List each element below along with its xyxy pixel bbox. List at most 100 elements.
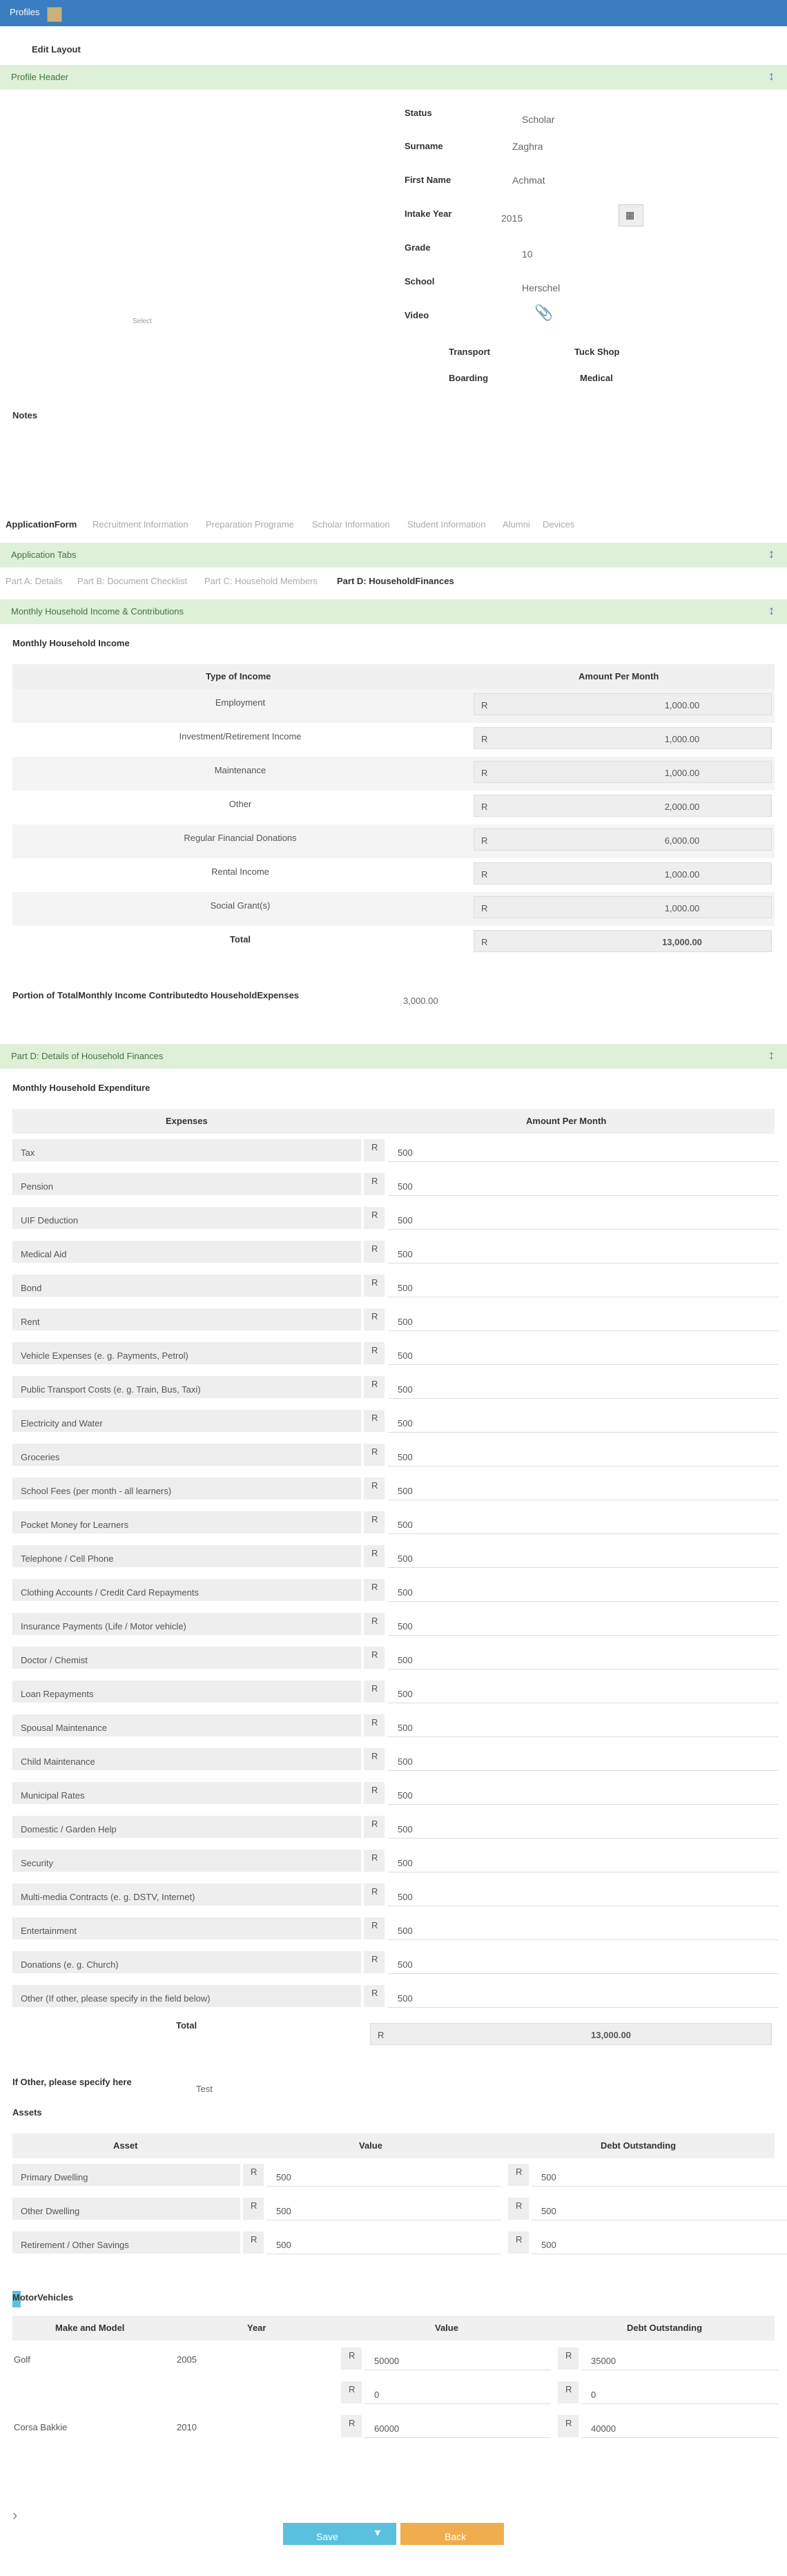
income-amount-field[interactable]: R 1,000.00 — [474, 761, 772, 783]
application-tabs-title: Application Tabs — [11, 550, 77, 560]
expense-label-text: Multi-media Contracts (e. g. DSTV, Inter… — [21, 1892, 195, 1902]
currency-addon: R — [364, 1613, 385, 1635]
income-amount-field[interactable]: R 2,000.00 — [474, 795, 772, 817]
expense-amount-input[interactable]: 500 — [388, 1545, 779, 1568]
medical-label[interactable]: Medical — [580, 373, 613, 383]
expense-amount-input[interactable]: 500 — [388, 1714, 779, 1737]
back-button[interactable]: Back — [400, 2523, 504, 2545]
vehicle-year[interactable]: 2010 — [177, 2422, 197, 2432]
expense-amount-input[interactable]: 500 — [388, 1376, 779, 1399]
calendar-button[interactable]: ▦ — [619, 204, 643, 226]
first-name-value[interactable]: Achmat — [512, 175, 545, 186]
chevron-right-icon[interactable]: › — [12, 2506, 17, 2524]
status-value[interactable]: Scholar — [522, 114, 554, 125]
expense-amount-input[interactable]: 500 — [388, 1308, 779, 1331]
expense-amount-input[interactable]: 500 — [388, 1917, 779, 1940]
expense-amount-input[interactable]: 500 — [388, 1410, 779, 1433]
finances-section-bar[interactable]: Part D: Details of Household Finances ↕ — [0, 1044, 787, 1069]
expense-amount-input[interactable]: 500 — [388, 1883, 779, 1906]
income-section-bar[interactable]: Monthly Household Income & Contributions… — [0, 599, 787, 624]
currency-label: R — [371, 1379, 378, 1389]
expense-amount-input[interactable]: 500 — [388, 1850, 779, 1872]
expand-collapse-icon[interactable]: ↕ — [768, 547, 775, 561]
asset-value-input[interactable]: 500 — [266, 2198, 501, 2220]
vehicle-debt-input[interactable]: 35000 — [581, 2347, 779, 2370]
tab-part-a[interactable]: Part A: Details — [6, 576, 62, 586]
tab-application-form[interactable]: ApplicationForm — [6, 519, 77, 530]
surname-value[interactable]: Zaghra — [512, 141, 543, 152]
app-title[interactable]: Profiles — [10, 7, 39, 17]
vehicle-debt-input[interactable]: 0 — [581, 2381, 779, 2404]
vehicle-make[interactable]: Golf — [14, 2354, 30, 2365]
transport-label[interactable]: Transport — [449, 347, 490, 357]
vehicle-value-input[interactable]: 0 — [365, 2381, 551, 2404]
expense-amount-input[interactable]: 500 — [388, 1173, 779, 1196]
caret-down-icon[interactable]: ▼ — [373, 2527, 382, 2538]
expense-amount-input[interactable]: 500 — [388, 1647, 779, 1669]
expense-amount-input[interactable]: 500 — [388, 1951, 779, 1974]
income-amount-field[interactable]: R 1,000.00 — [474, 727, 772, 749]
asset-debt-input[interactable]: 500 — [532, 2198, 787, 2220]
currency-label: R — [371, 1785, 378, 1795]
income-amount-field[interactable]: R 1,000.00 — [474, 862, 772, 884]
save-button[interactable]: Save ▼ — [283, 2523, 396, 2545]
expense-amount-input[interactable]: 500 — [388, 1613, 779, 1636]
tab-alumni[interactable]: Alumni — [503, 519, 530, 530]
currency-label: R — [349, 2418, 356, 2428]
expense-amount-input[interactable]: 500 — [388, 1444, 779, 1466]
tab-preparation-programe[interactable]: Preparation Programe — [206, 519, 294, 530]
expense-amount-input[interactable]: 500 — [388, 1478, 779, 1500]
tab-part-b[interactable]: Part B: Document Checklist — [77, 576, 187, 586]
tuck-shop-label[interactable]: Tuck Shop — [574, 347, 619, 357]
asset-label: Other Dwelling — [12, 2198, 240, 2220]
expense-amount-input[interactable]: 500 — [388, 1782, 779, 1805]
income-amount-field[interactable]: R 6,000.00 — [474, 829, 772, 851]
currency-label: R — [371, 1514, 378, 1524]
expense-label-text: Vehicle Expenses (e. g. Payments, Petrol… — [21, 1350, 188, 1361]
expense-amount-input[interactable]: 500 — [388, 1985, 779, 2008]
vehicle-make[interactable]: Corsa Bakkie — [14, 2422, 67, 2432]
vehicle-debt-input[interactable]: 40000 — [581, 2415, 779, 2438]
asset-debt-input[interactable]: 500 — [532, 2231, 787, 2254]
expand-collapse-icon[interactable]: ↕ — [768, 1048, 775, 1063]
grade-value[interactable]: 10 — [522, 249, 533, 260]
avatar[interactable] — [47, 7, 62, 22]
tab-devices[interactable]: Devices — [543, 519, 574, 530]
asset-value-input[interactable]: 500 — [266, 2231, 501, 2254]
expense-amount-input[interactable]: 500 — [388, 1207, 779, 1230]
expense-amount-input[interactable]: 500 — [388, 1579, 779, 1602]
photo-select-button[interactable]: Select — [133, 318, 152, 325]
expense-amount-input[interactable]: 500 — [388, 1748, 779, 1771]
vehicle-value-input[interactable]: 60000 — [365, 2415, 551, 2438]
boarding-label[interactable]: Boarding — [449, 373, 488, 383]
expense-amount-input[interactable]: 500 — [388, 1816, 779, 1839]
expand-collapse-icon[interactable]: ↕ — [768, 69, 775, 84]
other-specify-input[interactable]: Test — [196, 2084, 213, 2094]
edit-layout-link[interactable]: Edit Layout — [32, 44, 81, 55]
expand-collapse-icon[interactable]: ↕ — [768, 603, 775, 618]
asset-value-input[interactable]: 500 — [266, 2164, 501, 2187]
intake-year-value[interactable]: 2015 — [501, 213, 523, 224]
income-amount-field[interactable]: R 1,000.00 — [474, 896, 772, 918]
vehicle-value-input[interactable]: 50000 — [365, 2347, 551, 2370]
expense-amount-input[interactable]: 500 — [388, 1681, 779, 1703]
expense-amount-input[interactable]: 500 — [388, 1342, 779, 1365]
vehicle-year[interactable]: 2005 — [177, 2354, 197, 2365]
expense-label: Vehicle Expenses (e. g. Payments, Petrol… — [12, 1342, 361, 1364]
application-tabs-bar[interactable]: Application Tabs ↕ — [0, 543, 787, 568]
paperclip-icon[interactable]: 📎 — [534, 304, 553, 322]
portion-value[interactable]: 3,000.00 — [403, 996, 438, 1006]
income-amount-field[interactable]: R 1,000.00 — [474, 693, 772, 715]
tab-recruitment-information[interactable]: Recruitment Information — [93, 519, 188, 530]
expense-amount-input[interactable]: 500 — [388, 1275, 779, 1297]
asset-debt-input[interactable]: 500 — [532, 2164, 787, 2187]
tab-scholar-information[interactable]: Scholar Information — [312, 519, 390, 530]
expense-amount-input[interactable]: 500 — [388, 1241, 779, 1263]
tab-part-c[interactable]: Part C: Household Members — [204, 576, 318, 586]
school-value[interactable]: Herschel — [522, 282, 560, 293]
tab-part-d[interactable]: Part D: HouseholdFinances — [337, 576, 454, 586]
expense-amount-input[interactable]: 500 — [388, 1511, 779, 1534]
profile-header-bar[interactable]: Profile Header ↕ — [0, 65, 787, 90]
tab-student-information[interactable]: Student Information — [407, 519, 485, 530]
expense-amount-input[interactable]: 500 — [388, 1139, 779, 1162]
